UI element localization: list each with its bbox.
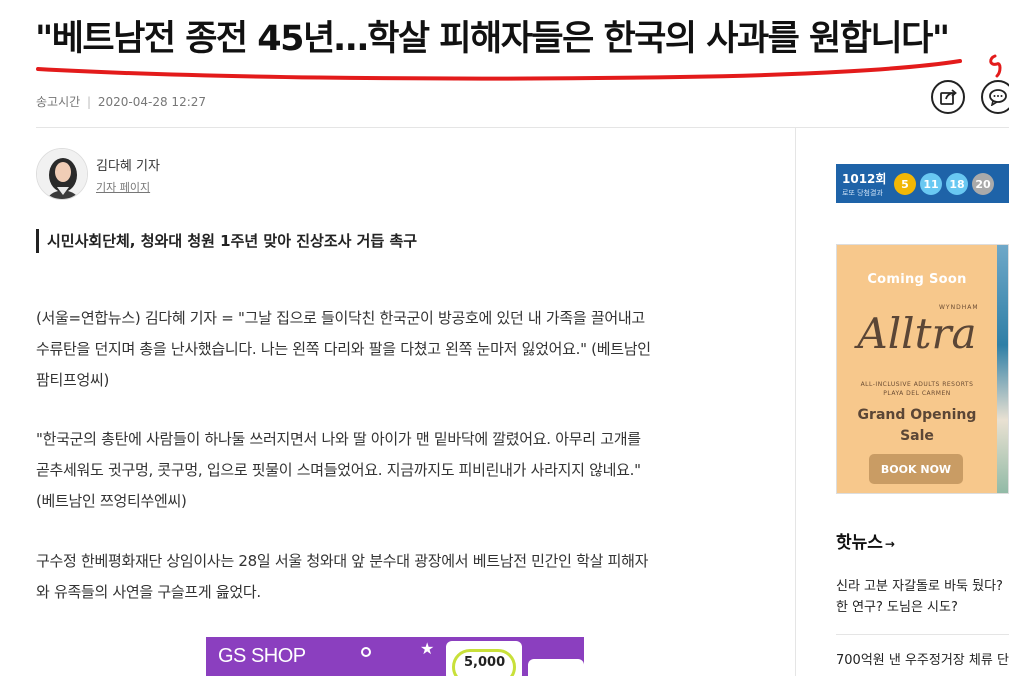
paragraph-line: 곧추세워도 귓구멍, 콧구멍, 입으로 핏물이 스며들었어요. 지금까지도 피비…	[36, 461, 641, 479]
hot-news-divider	[836, 634, 1009, 635]
paragraph-line: "한국군의 총탄에 사람들이 하나둘 쓰러지면서 나와 딸 아이가 맨 밑바닥에…	[36, 430, 641, 448]
paragraph-line: 수류탄을 던지며 총을 난사했습니다. 나는 왼쪽 다리와 팔을 다쳤고 왼쪽 …	[36, 340, 651, 358]
star-icon: ★	[420, 639, 435, 658]
column-divider	[795, 128, 796, 676]
hot-news-item[interactable]: 신라 고분 자갈돌로 바둑 뒀다? 한 연구? 도님은 시도?	[836, 576, 1009, 618]
paragraph-line: (서울=연합뉴스) 김다혜 기자 = "그날 집으로 들이닥친 한국군이 방공호…	[36, 309, 645, 327]
coupon-value: 5,000	[464, 655, 506, 670]
meta-separator: |	[87, 95, 92, 109]
hot-news-item-line: 700억원 낸 우주정거장 체류 단	[836, 653, 1009, 668]
article-paragraph: "한국군의 총탄에 사람들이 하나둘 쓰러지면서 나와 딸 아이가 맨 밑바닥에…	[36, 424, 756, 517]
paragraph-line: 와 유족들의 사연을 구슬프게 읊었다.	[36, 583, 261, 601]
ad-brand-logo: Alltra	[857, 309, 977, 358]
comment-icon	[989, 89, 1007, 106]
author-photo-image	[37, 149, 87, 199]
paragraph-line: 구수정 한베평화재단 상임이사는 28일 서울 청와대 앞 분수대 광장에서 베…	[36, 552, 649, 570]
ad-grand-opening-2: Sale	[900, 428, 934, 444]
book-now-button[interactable]: BOOK NOW	[869, 454, 963, 484]
hot-news-item-line: 신라 고분 자갈돌로 바둑 뒀다?	[836, 579, 1003, 594]
author-page-link[interactable]: 기자 페이지	[96, 179, 150, 195]
hot-news-item[interactable]: 700억원 낸 우주정거장 체류 단	[836, 650, 1009, 671]
hot-news-label: 핫뉴스	[836, 533, 883, 553]
share-icon	[940, 89, 957, 105]
publish-time: 2020-04-28 12:27	[97, 95, 207, 109]
ad-tagline-2: PLAYA DEL CARMEN	[883, 390, 951, 397]
resort-photo	[997, 245, 1008, 493]
article-paragraph: 구수정 한베평화재단 상임이사는 28일 서울 청와대 앞 분수대 광장에서 베…	[36, 546, 756, 608]
comment-button[interactable]	[981, 80, 1009, 114]
article-paragraph: (서울=연합뉴스) 김다혜 기자 = "그날 집으로 들이닥친 한국군이 방공호…	[36, 303, 756, 396]
ad-tagline: ALL-INCLUSIVE ADULTS RESORTS PLAYA DEL C…	[837, 380, 997, 398]
hot-news-title[interactable]: 핫뉴스 →	[836, 528, 895, 553]
ad-coming-soon: Coming Soon	[867, 272, 967, 287]
ad-tagline-1: ALL-INCLUSIVE ADULTS RESORTS	[860, 381, 974, 388]
article-meta: 송고시간 | 2020-04-28 12:27	[36, 93, 206, 110]
ad-grand-opening: Grand Opening Sale	[837, 405, 997, 447]
gs-shop-logo: GS SHOP	[218, 645, 306, 667]
hot-news-item-line: 한 연구? 도님은 시도?	[836, 600, 958, 615]
share-button[interactable]	[931, 80, 965, 114]
coupon-box-secondary	[528, 659, 584, 676]
lotto-ball: 5	[894, 173, 916, 195]
article-subheadline: 시민사회단체, 청와대 청원 1주년 맞아 진상조사 거듭 촉구	[36, 229, 417, 253]
lotto-ball: 18	[946, 173, 968, 195]
gs-shop-ad[interactable]: GS SHOP ★ 5,000	[206, 637, 584, 676]
author-avatar[interactable]	[36, 148, 88, 200]
arrow-right-icon: →	[884, 537, 895, 551]
red-mark-annotation	[989, 54, 1002, 78]
ad-grand-opening-1: Grand Opening	[857, 407, 977, 423]
author-name: 김다혜 기자	[96, 159, 160, 174]
meta-label: 송고시간	[36, 95, 81, 109]
lotto-results-widget[interactable]: 1012회 로또 당첨결과 5 11 18 20	[836, 164, 1009, 203]
header-divider	[36, 127, 1009, 128]
lotto-ball: 11	[920, 173, 942, 195]
paragraph-line: 팜티프엉씨)	[36, 371, 110, 389]
red-underline-annotation	[36, 59, 962, 81]
lotto-round: 1012회	[842, 172, 887, 186]
decor-circle	[361, 647, 371, 657]
lotto-subtitle: 로또 당첨결과	[842, 189, 883, 197]
article-headline: "베트남전 종전 45년…학살 피해자들은 한국의 사과를 원합니다"	[35, 19, 950, 59]
hotel-ad[interactable]: Coming Soon WYNDHAM Alltra ALL-INCLUSIVE…	[836, 244, 1009, 494]
lotto-ball: 20	[972, 173, 994, 195]
paragraph-line: (베트남인 쯔엉티쑤엔씨)	[36, 492, 187, 510]
